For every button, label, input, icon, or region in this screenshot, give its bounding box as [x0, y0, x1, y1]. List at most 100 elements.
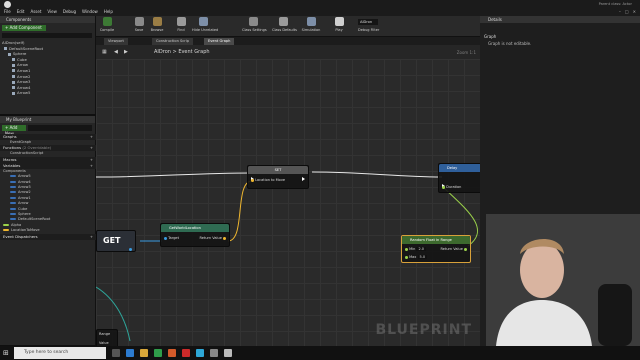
firefox-icon[interactable] — [168, 349, 176, 357]
duration-pin[interactable]: Duration — [442, 185, 461, 189]
breadcrumb-root[interactable]: AIDron — [154, 49, 171, 55]
simulation-button[interactable]: Simulation — [300, 17, 322, 32]
breadcrumb: AIDron > Event Graph — [154, 49, 210, 55]
tree-item-arrow5[interactable]: Arrow5 — [2, 90, 43, 96]
browser-icon[interactable] — [126, 349, 134, 357]
tab-viewport[interactable]: Viewport — [104, 38, 128, 45]
breadcrumb-bar: ▦ ◀ ▶ AIDron > Event Graph Zoom 1:1 — [96, 45, 480, 59]
variable-type-pill — [10, 202, 16, 205]
play-button[interactable]: Play — [328, 17, 350, 32]
details-graph-section[interactable]: Graph — [484, 34, 496, 39]
menubar: File Edit Asset View Debug Window Help P… — [0, 0, 640, 16]
debug-object-select[interactable]: AIDron — [358, 19, 378, 25]
target-pin[interactable]: Target — [164, 236, 179, 240]
grid-icon[interactable]: ▦ — [102, 49, 107, 55]
menu-list: File Edit Asset View Debug Window Help — [4, 9, 113, 14]
menu-asset[interactable]: Asset — [30, 9, 41, 14]
breadcrumb-page: Event Graph — [178, 49, 210, 55]
webcam-person-illustration — [486, 214, 640, 346]
details-tab[interactable]: Details — [480, 16, 640, 23]
find-button[interactable]: Find — [170, 17, 192, 32]
random-float-title: Random Float in Range — [402, 236, 470, 244]
exec-wire-left — [96, 172, 252, 178]
toolbar-label: Simulation — [301, 28, 321, 32]
my-blueprint-search-input[interactable] — [28, 125, 92, 131]
maximize-icon[interactable]: □ — [625, 9, 629, 14]
section-event-dispatchers[interactable]: Event Dispatchers + — [0, 233, 96, 240]
debug-filter-label: Debug Filter — [358, 28, 380, 32]
toolbar-label: Find — [177, 28, 185, 32]
browse-button[interactable]: Browse — [146, 17, 168, 32]
back-icon[interactable]: ◀ — [114, 49, 118, 55]
random-return-pin[interactable]: Return Value — [441, 247, 467, 251]
app-icon[interactable] — [154, 349, 162, 357]
windows-start-icon[interactable]: ⊞ — [3, 349, 9, 357]
taskbar-search-input[interactable]: Type here to search — [14, 347, 106, 359]
add-dispatcher-icon[interactable]: + — [90, 234, 93, 240]
get-output-pin[interactable] — [129, 239, 132, 258]
opera-icon[interactable] — [182, 349, 190, 357]
menu-view[interactable]: View — [47, 9, 57, 14]
tab-construction-script[interactable]: Construction Scrip — [152, 38, 194, 45]
toolbar: Compile Save Browse Find Hide Unrelated Class… — [96, 16, 480, 37]
exec-out-pin[interactable] — [302, 168, 305, 187]
arrow-icon — [12, 69, 15, 73]
unreal-taskbar-icon[interactable] — [210, 349, 218, 357]
webcam-overlay — [486, 214, 640, 346]
range-value-pin[interactable]: Value — [99, 341, 109, 345]
add-component-button[interactable]: + Add Component — [2, 25, 46, 31]
variable-name: Arrow5 — [18, 174, 31, 179]
variable-name: Arrow — [18, 201, 29, 206]
variable-type-pill — [10, 180, 16, 183]
microphone-icon — [598, 284, 632, 346]
range-title: Range — [99, 332, 111, 336]
hide-unrelated-icon — [198, 17, 208, 26]
my-blueprint-panel: My Blueprint + Add New Graphs+ EventGrap… — [0, 116, 96, 345]
components-search-input[interactable] — [2, 33, 92, 38]
menu-help[interactable]: Help — [104, 9, 113, 14]
hide-unrelated-button[interactable]: Hide Unrelated — [192, 17, 218, 32]
compile-button[interactable]: Compile — [96, 17, 118, 32]
class-defaults-button[interactable]: Class Defaults — [272, 17, 297, 32]
variable-name: Arrow4 — [18, 179, 31, 184]
tab-event-graph[interactable]: Event Graph — [204, 38, 235, 45]
delay-title: Delay — [439, 164, 480, 172]
graph-canvas[interactable]: SET Location to Move GetWorldLocation Ta… — [96, 59, 480, 346]
random-float-node[interactable]: Random Float in Range Min 2.0 Max 5.0 Re… — [401, 235, 471, 263]
menu-debug[interactable]: Debug — [63, 9, 76, 14]
zoom-level: Zoom 1:1 — [456, 50, 476, 55]
get-world-location-node[interactable]: GetWorldLocation Target Return Value — [160, 223, 230, 247]
return-value-pin[interactable]: Return Value — [200, 236, 226, 240]
add-new-button[interactable]: + Add New — [2, 125, 26, 136]
task-view-icon[interactable] — [112, 349, 120, 357]
folder-icon[interactable] — [140, 349, 148, 357]
variable-type-pill — [10, 191, 16, 194]
menu-window[interactable]: Window — [82, 9, 98, 14]
set-node[interactable]: SET Location to Move — [247, 165, 309, 189]
minimize-icon[interactable]: – — [619, 9, 621, 14]
components-panel: Components + Add Component AIDron(self) … — [0, 16, 96, 114]
skype-icon[interactable] — [196, 349, 204, 357]
max-pin[interactable]: Max 5.0 — [405, 255, 428, 259]
unreal-editor-taskbar-icon[interactable] — [224, 349, 232, 357]
toolbar-label: Class Defaults — [272, 28, 297, 32]
components-tab[interactable]: Components — [0, 16, 95, 23]
variable-name: Cube — [18, 206, 28, 211]
variable-name: Arrow1 — [18, 195, 31, 200]
components-tree: AIDron(self) DefaultSceneRoot Sphere Cub… — [2, 40, 43, 96]
range-node[interactable]: Range Value — [96, 329, 118, 346]
menu-file[interactable]: File — [4, 9, 11, 14]
min-pin[interactable]: Min 2.0 — [405, 247, 427, 251]
delay-node[interactable]: Delay Co Duration — [438, 163, 480, 193]
variable-name: Arrow2 — [18, 190, 31, 195]
my-blueprint-tab[interactable]: My Blueprint — [0, 116, 95, 123]
get-node[interactable]: GET — [96, 230, 136, 252]
parent-class-label: Parent class: Actor — [598, 2, 632, 6]
menu-edit[interactable]: Edit — [17, 9, 25, 14]
location-to-move-pin[interactable]: Location to Move — [251, 178, 285, 182]
toolbar-label: Play — [335, 28, 343, 32]
close-icon[interactable]: ✕ — [633, 9, 636, 14]
forward-icon[interactable]: ▶ — [124, 49, 128, 55]
class-settings-button[interactable]: Class Settings — [242, 17, 267, 32]
scene-root-icon — [4, 47, 7, 51]
